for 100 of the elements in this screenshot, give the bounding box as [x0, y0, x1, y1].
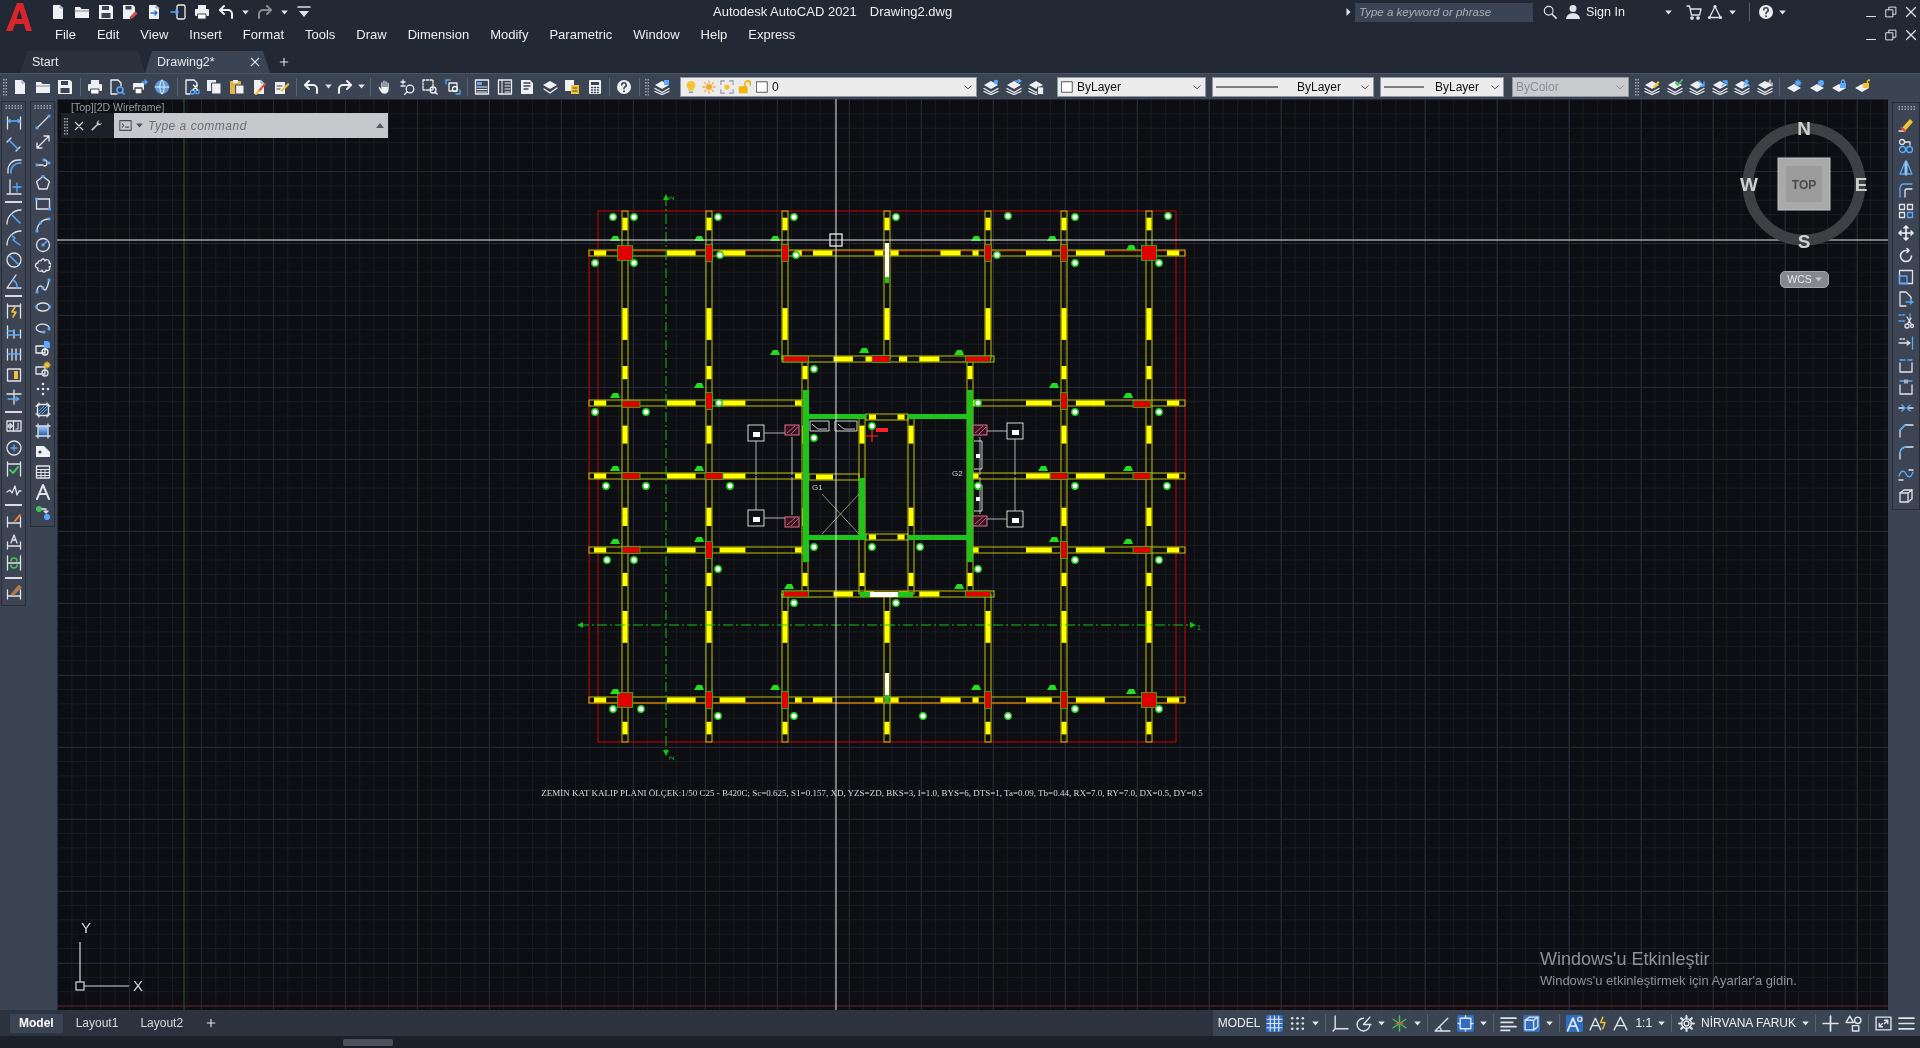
printer-arrow-icon[interactable] [131, 78, 148, 95]
four-arrows-icon[interactable] [1898, 225, 1914, 242]
user-icon[interactable] [1565, 4, 1581, 20]
plus-icon[interactable] [279, 56, 289, 67]
layers-square-icon[interactable] [653, 78, 670, 95]
square-ticks-icon[interactable] [1457, 1014, 1475, 1032]
arc-icon[interactable] [34, 216, 51, 233]
wrench-icon[interactable] [90, 119, 103, 132]
document-arrow-icon[interactable] [146, 4, 162, 20]
circle-arrow-icon[interactable] [1355, 1014, 1373, 1032]
page-note-icon[interactable] [564, 78, 581, 95]
menu-icon[interactable] [1898, 1014, 1915, 1032]
dimension-lightning-icon[interactable] [5, 302, 22, 319]
squares-grid-icon[interactable] [1898, 203, 1914, 220]
menu-item[interactable]: Parametric [549, 25, 613, 45]
caret-icon[interactable] [1728, 9, 1736, 15]
rounded-corner-icon[interactable] [1898, 444, 1914, 461]
globe-icon[interactable] [154, 78, 171, 95]
tag-shape-icon[interactable] [34, 443, 51, 460]
search-icon[interactable] [1543, 5, 1557, 19]
letter-lightning-icon[interactable] [1589, 1014, 1607, 1032]
grip-handle-icon[interactable] [644, 77, 649, 96]
dimension-check-icon[interactable] [5, 461, 22, 478]
app-logo-icon[interactable] [6, 3, 32, 31]
command-line-bar[interactable]: Type a command [114, 113, 388, 138]
dimension-ruler-icon[interactable] [5, 367, 22, 384]
layer-padlock-icon[interactable] [1831, 78, 1848, 95]
save-icon[interactable] [98, 4, 114, 20]
letter-icon[interactable] [34, 484, 51, 501]
panel-grid-icon[interactable] [496, 78, 513, 95]
linear-dimension-icon[interactable] [5, 114, 22, 131]
file-tab[interactable]: Drawing2* [145, 51, 270, 73]
annotation-scale-menu[interactable]: 1:1 [1635, 1014, 1653, 1032]
circle-icon[interactable] [34, 237, 51, 254]
bracket-gap-icon[interactable] [1898, 378, 1914, 395]
undo-icon[interactable] [218, 4, 234, 20]
cloud-icon[interactable] [34, 257, 51, 274]
two-pages-icon[interactable] [206, 78, 223, 95]
page-magnifier-icon[interactable] [109, 78, 126, 95]
caret-icon[interactable] [358, 84, 365, 89]
command-input[interactable]: Type a command [146, 116, 373, 135]
dimension-refresh-icon[interactable] [5, 555, 22, 572]
menu-item[interactable]: File [55, 25, 76, 45]
points-icon[interactable] [34, 381, 51, 398]
grip-handle-icon[interactable] [64, 116, 68, 135]
lineweight-dropdown[interactable]: ByLayer [1380, 76, 1504, 97]
crossed-lines-icon[interactable] [1391, 1014, 1409, 1032]
dimension-break-icon[interactable] [5, 388, 22, 405]
layout-tab[interactable]: Layout2 [131, 1013, 193, 1033]
menu-item[interactable]: Format [242, 25, 284, 45]
dimension-brush-icon[interactable] [5, 584, 22, 601]
magnifier-square-icon[interactable] [422, 78, 439, 95]
menu-item[interactable]: Modify [490, 25, 529, 45]
close-icon[interactable] [1905, 6, 1917, 18]
page-brush-icon[interactable] [251, 78, 268, 95]
magnifier-arrows-icon[interactable] [444, 78, 461, 95]
expand-arrows-icon[interactable] [1875, 1014, 1892, 1032]
caret-icon[interactable] [136, 123, 143, 128]
continue-dimension-icon[interactable] [5, 345, 22, 362]
layers-arrow-up-icon[interactable] [1711, 78, 1728, 95]
compass-label[interactable]: N [1797, 118, 1811, 139]
table-icon[interactable] [34, 463, 51, 480]
save-icon[interactable] [57, 78, 74, 95]
settings-icon[interactable] [1678, 1014, 1696, 1032]
menu-item[interactable]: Express [748, 25, 796, 45]
bracket-gap-icon[interactable] [1898, 356, 1914, 373]
caret-icon[interactable] [242, 9, 249, 15]
calculator-icon[interactable] [586, 78, 603, 95]
close-icon[interactable] [74, 120, 84, 131]
dimension-letter-icon[interactable] [5, 533, 22, 550]
caret-up-icon[interactable] [376, 123, 384, 128]
scissors-icon[interactable] [1898, 312, 1914, 329]
snap-dots-icon[interactable] [1289, 1014, 1307, 1032]
layout-tab[interactable]: Layout1 [66, 1013, 128, 1033]
clipboard-icon[interactable] [228, 78, 245, 95]
menu-item[interactable]: Edit [96, 25, 120, 45]
grip-handle-icon[interactable] [1897, 106, 1915, 110]
aligned-dimension-icon[interactable] [5, 136, 22, 153]
layers-document-icon[interactable] [1028, 78, 1045, 95]
caret-right-icon[interactable] [1346, 8, 1351, 16]
layers-arrow-down-icon[interactable] [1689, 78, 1706, 95]
layers-dot-icon[interactable] [983, 78, 1000, 95]
panel-list-icon[interactable] [474, 78, 491, 95]
angular-dimension-icon[interactable] [5, 273, 22, 290]
caret-icon[interactable] [1546, 1020, 1554, 1026]
layers-arrow-icon[interactable] [1005, 78, 1022, 95]
jogged-radius-icon[interactable] [5, 230, 22, 247]
color-dropdown[interactable]: ByLayer [1057, 76, 1206, 97]
undo-icon[interactable] [303, 78, 320, 95]
menu-item[interactable]: Dimension [407, 25, 470, 45]
gradient-square-icon[interactable] [34, 422, 51, 439]
caret-icon[interactable] [1414, 1020, 1422, 1026]
layer-open-padlock-icon[interactable] [1853, 78, 1870, 95]
triangle-nodes-icon[interactable] [1706, 4, 1723, 20]
workspace-menu[interactable]: NİRVANA FARUK [1701, 1014, 1796, 1032]
parallel-curves-icon[interactable] [1898, 181, 1914, 198]
grid-icon[interactable] [1266, 1014, 1284, 1032]
dots-arrow-icon[interactable] [34, 504, 51, 521]
cube-icon[interactable] [1523, 1014, 1541, 1032]
layer-dropdown[interactable]: 0 [680, 76, 977, 97]
